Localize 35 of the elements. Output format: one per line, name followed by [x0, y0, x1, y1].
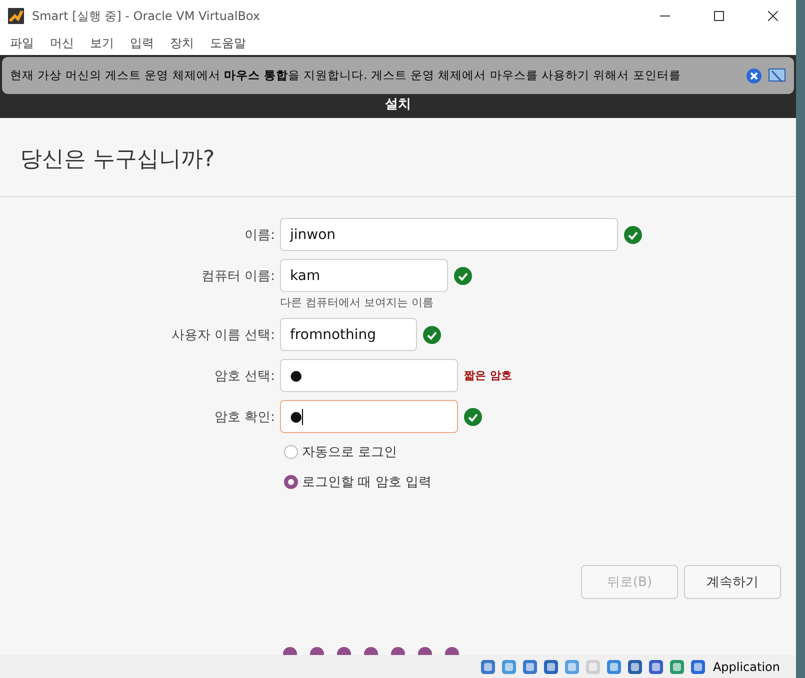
- installer-title: 설치: [385, 96, 411, 113]
- status-text: Application: [712, 660, 780, 674]
- menu-item[interactable]: 입력: [130, 35, 154, 52]
- notification-text: 현재 가상 머신의 게스트 운영 체제에서 마우스 통합을 지원합니다. 게스트 운영 체제에서 마우스를 사용하기 위해서 포인터를: [10, 68, 682, 83]
- input-field[interactable]: kam: [280, 259, 448, 292]
- check-icon: [423, 326, 441, 344]
- page-heading: 당신은 누구십니까?: [0, 118, 796, 197]
- input-field[interactable]: fromnothing: [280, 318, 417, 351]
- app-logo-icon: [8, 8, 24, 24]
- input-field[interactable]: ●: [280, 359, 458, 392]
- window-title: Smart [실행 중] - Oracle VM VirtualBox: [32, 8, 262, 24]
- field-hint: 다른 컴퓨터에서 보여지는 이름: [280, 295, 434, 310]
- close-icon[interactable]: [768, 11, 778, 21]
- field-label: 사용자 이름 선택:: [170, 326, 276, 344]
- warning-text: 짧은 암호: [464, 368, 512, 383]
- field-label: 암호 선택:: [213, 368, 276, 384]
- radio-label[interactable]: 자동으로 로그인: [302, 443, 398, 461]
- menu-item[interactable]: 보기: [90, 35, 114, 52]
- maximize-icon[interactable]: [714, 11, 724, 21]
- input-field[interactable]: ●: [280, 400, 458, 433]
- check-icon: [464, 408, 482, 426]
- field-label: 암호 확인:: [213, 408, 276, 426]
- menu-item[interactable]: 도움말: [210, 35, 246, 52]
- field-label: 컴퓨터 이름:: [200, 268, 276, 284]
- input-field[interactable]: jinwon: [280, 218, 618, 251]
- radio-label[interactable]: 로그인할 때 암호 입력: [302, 473, 432, 491]
- menu-item[interactable]: 머신: [50, 35, 74, 52]
- menu-item[interactable]: 장치: [170, 35, 194, 52]
- continue-button[interactable]: 계속하기: [684, 565, 781, 599]
- menu-item[interactable]: 파일: [10, 35, 34, 52]
- radio-button[interactable]: [284, 475, 298, 489]
- field-label: 이름:: [244, 226, 276, 244]
- radio-button[interactable]: [284, 445, 298, 459]
- check-icon: [624, 226, 642, 244]
- check-icon: [454, 266, 472, 284]
